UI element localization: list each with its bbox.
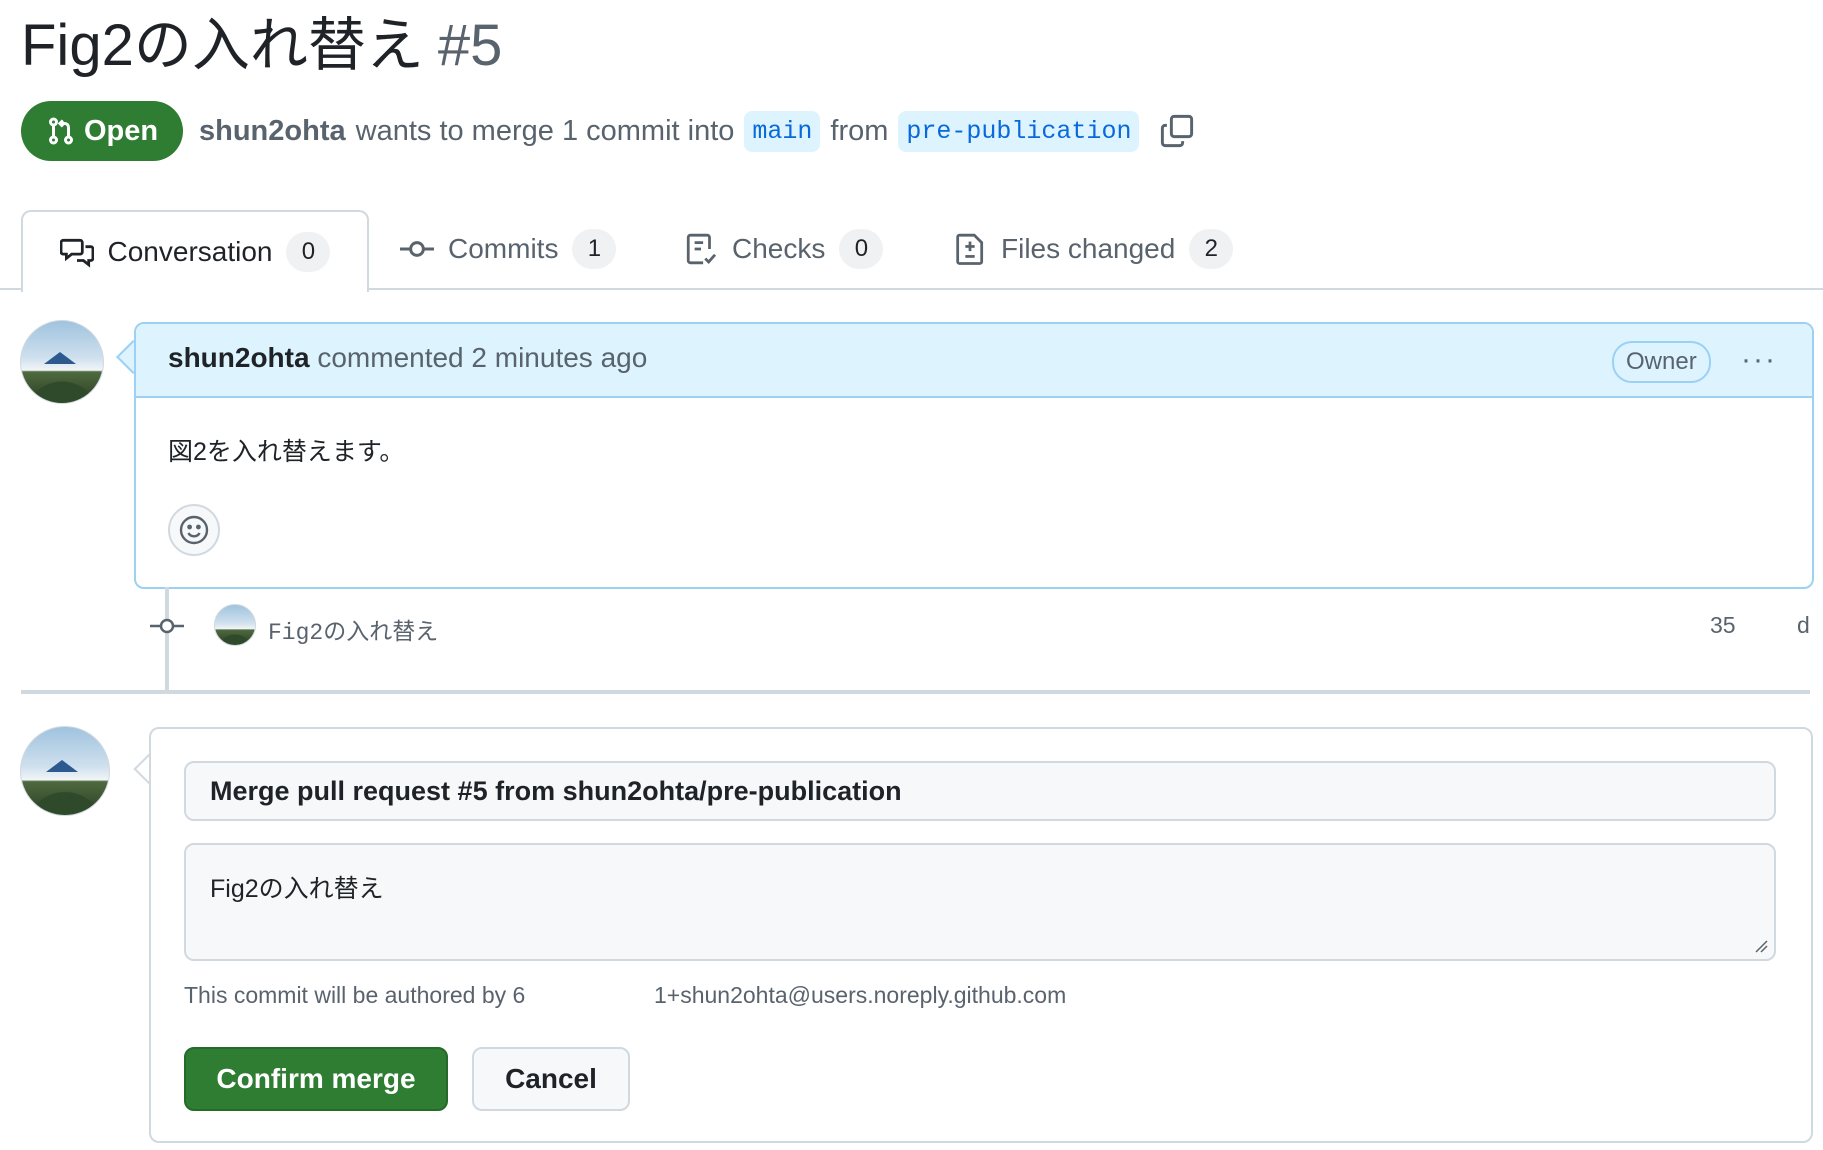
git-commit-icon — [150, 618, 184, 634]
tab-checks-count: 0 — [839, 229, 884, 269]
comment-timestamp: commented 2 minutes ago — [317, 342, 648, 373]
pr-state-label: Open — [83, 114, 159, 147]
owner-badge: Owner — [1612, 341, 1711, 383]
tab-conversation[interactable]: Conversation 0 — [21, 210, 369, 292]
merge-box: Merge pull request #5 from shun2ohta/pre… — [149, 727, 1813, 1143]
kebab-menu-icon[interactable]: ··· — [1736, 340, 1782, 380]
pr-title-text: Fig2の入れ替え — [21, 13, 424, 78]
tab-files-changed-label: Files changed — [1001, 233, 1176, 264]
head-branch[interactable]: pre-publication — [898, 110, 1140, 152]
tab-checks-label: Checks — [732, 233, 826, 264]
timeline-divider — [21, 690, 1810, 694]
comment-header-text: shun2ohta commented 2 minutes ago — [168, 342, 647, 374]
commit-sha[interactable]: 35 — [1710, 612, 1736, 639]
avatar[interactable] — [20, 320, 104, 404]
commit-message-link[interactable]: Fig2の入れ替え — [268, 612, 438, 646]
pr-merge-text: wants to merge 1 commit into — [355, 114, 735, 147]
commit-author-email: 1+shun2ohta@users.noreply.github.com — [654, 982, 1067, 1008]
copy-icon[interactable] — [1159, 113, 1195, 149]
merge-commit-title-input[interactable]: Merge pull request #5 from shun2ohta/pre… — [184, 761, 1776, 821]
tab-commits[interactable]: Commits 1 — [400, 210, 617, 288]
merge-commit-message-text: Fig2の入れ替え — [210, 875, 384, 903]
timeline-line — [165, 587, 169, 691]
tab-files-changed-count: 2 — [1189, 229, 1234, 269]
tab-conversation-count: 0 — [286, 232, 331, 272]
comment-header: shun2ohta commented 2 minutes ago Owner … — [136, 324, 1812, 398]
file-diff-icon — [956, 233, 984, 265]
tab-files-changed[interactable]: Files changed 2 — [953, 210, 1234, 288]
pr-state-badge: Open — [21, 101, 183, 161]
pr-number: #5 — [437, 13, 503, 78]
resize-handle-icon[interactable] — [1754, 939, 1768, 953]
comment-box: shun2ohta commented 2 minutes ago Owner … — [134, 322, 1814, 589]
commit-author-avatar[interactable] — [214, 604, 256, 646]
comment-author[interactable]: shun2ohta — [168, 342, 310, 373]
add-reaction-button[interactable] — [168, 504, 220, 556]
git-commit-icon — [400, 241, 434, 257]
pr-author-link[interactable]: shun2ohta — [199, 115, 346, 148]
comment-discussion-icon — [59, 238, 94, 268]
checklist-icon — [686, 233, 717, 265]
comment-body: 図2を入れ替えます。 — [168, 438, 405, 466]
tab-checks[interactable]: Checks 0 — [684, 210, 884, 288]
smiley-icon — [179, 515, 209, 545]
avatar-mountain-image — [43, 352, 76, 365]
merge-commit-message-textarea[interactable]: Fig2の入れ替え — [184, 843, 1776, 961]
avatar-mountain-image — [45, 760, 78, 773]
pr-title: Fig2の入れ替え #5 — [21, 10, 502, 82]
base-branch[interactable]: main — [744, 110, 821, 152]
commit-author-note: This commit will be authored by 6 — [184, 982, 526, 1008]
cancel-button[interactable]: Cancel — [472, 1047, 630, 1111]
tab-commits-count: 1 — [572, 229, 617, 269]
pr-from-text: from — [830, 114, 889, 147]
merge-avatar[interactable] — [20, 726, 110, 816]
tab-commits-label: Commits — [448, 233, 559, 264]
commit-sha-suffix[interactable]: d — [1797, 612, 1810, 639]
pr-meta: shun2ohta wants to merge 1 commit into m… — [199, 108, 1195, 154]
tab-conversation-label: Conversation — [107, 236, 273, 267]
confirm-merge-button[interactable]: Confirm merge — [184, 1047, 448, 1111]
git-pull-request-icon — [48, 117, 73, 145]
